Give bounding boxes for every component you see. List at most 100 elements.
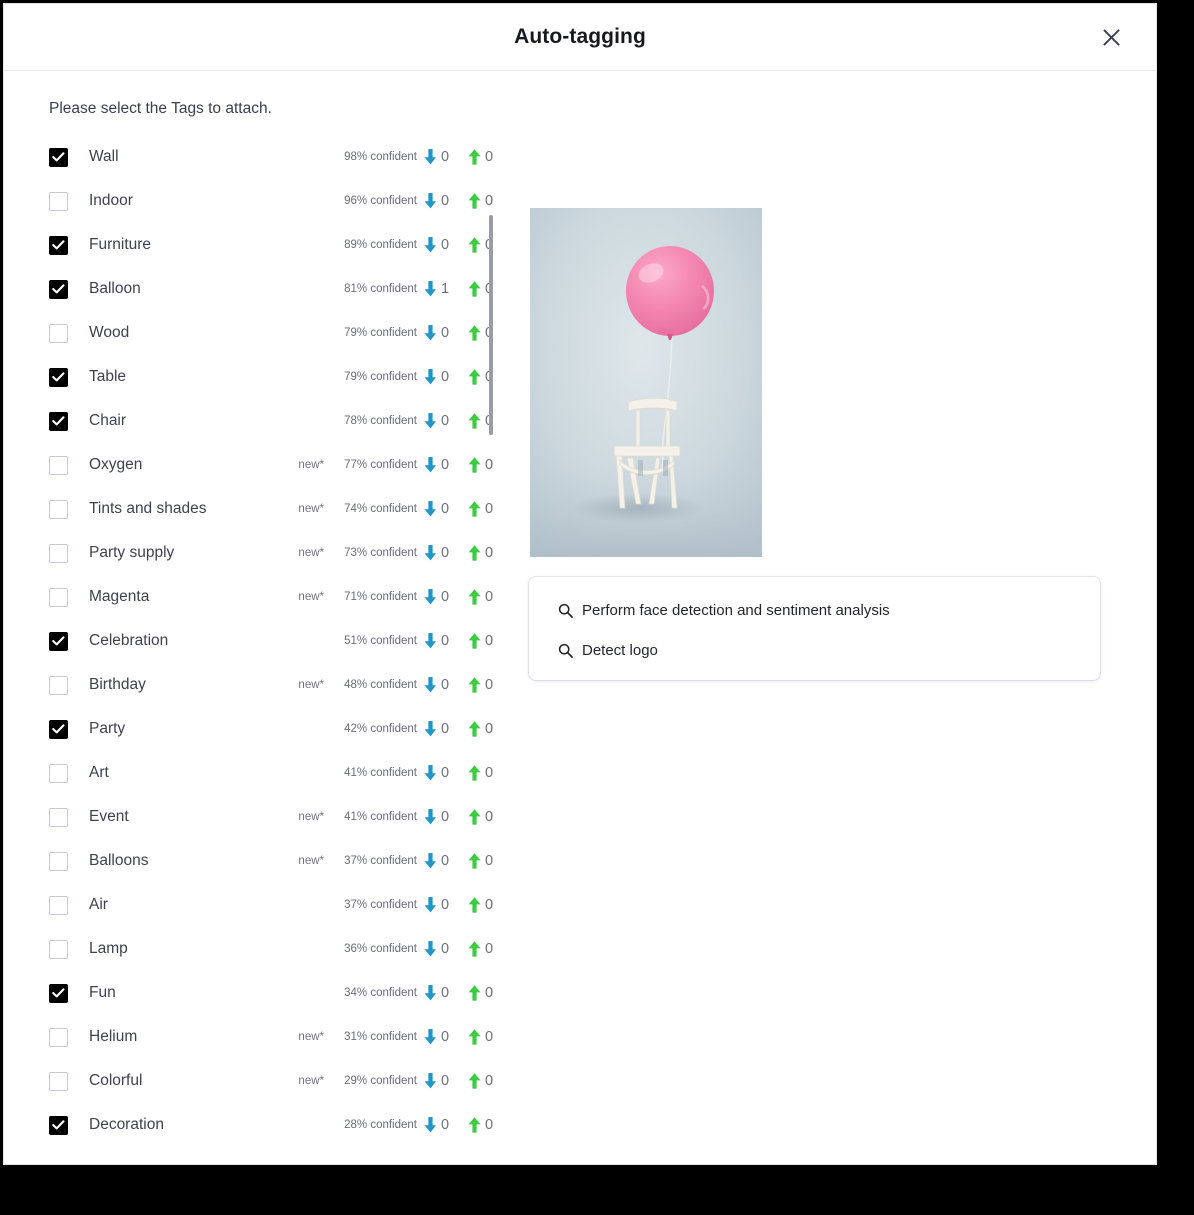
tag-checkbox[interactable]: [49, 895, 68, 915]
upvote-control[interactable]: 0: [468, 853, 494, 869]
tag-row[interactable]: Chairnew*78% confident00: [49, 399, 494, 443]
upvote-control[interactable]: 0: [468, 149, 494, 165]
tag-row-meta: new* 73% confident 0 0: [298, 531, 494, 575]
downvote-control[interactable]: 0: [424, 809, 450, 825]
tag-list-scrollbar[interactable]: [489, 215, 493, 435]
upvote-control[interactable]: 0: [468, 193, 494, 209]
tag-row[interactable]: Magenta new* 71% confident 0 0: [49, 575, 494, 619]
tag-row[interactable]: Partynew*42% confident00: [49, 707, 494, 751]
tag-row-meta: new* 29% confident 0 0: [298, 1059, 494, 1103]
upvote-control[interactable]: 0: [468, 633, 494, 649]
downvote-control[interactable]: 0: [424, 853, 450, 869]
tag-row[interactable]: Airnew*37% confident00: [49, 883, 494, 927]
tag-row[interactable]: Balloonnew*81% confident10: [49, 267, 494, 311]
close-button[interactable]: [1096, 22, 1126, 52]
downvote-control[interactable]: 0: [424, 457, 450, 473]
upvote-control[interactable]: 0: [468, 721, 494, 737]
tag-checkbox[interactable]: [49, 719, 68, 739]
tag-checkbox[interactable]: [49, 367, 68, 387]
tag-checkbox[interactable]: [49, 983, 68, 1003]
tag-checkbox[interactable]: [49, 235, 68, 255]
action-item[interactable]: Detect logo: [558, 639, 1100, 661]
tag-checkbox[interactable]: [49, 543, 68, 563]
tag-row-meta: new* 71% confident 0 0: [298, 575, 494, 619]
downvote-control[interactable]: 0: [424, 633, 450, 649]
arrow-up-icon: [468, 545, 481, 561]
downvote-count: 0: [441, 501, 450, 517]
tag-checkbox[interactable]: [49, 499, 68, 519]
upvote-control[interactable]: 0: [468, 545, 494, 561]
tag-row[interactable]: Furniturenew*89% confident00: [49, 223, 494, 267]
tag-row[interactable]: Helium new* 31% confident 0 0: [49, 1015, 494, 1059]
tag-row[interactable]: Celebrationnew*51% confident00: [49, 619, 494, 663]
downvote-control[interactable]: 0: [424, 413, 450, 429]
tag-row[interactable]: Wallnew*98% confident00: [49, 135, 494, 179]
tag-checkbox[interactable]: [49, 763, 68, 783]
tag-row[interactable]: Balloons new* 37% confident 0 0: [49, 839, 494, 883]
tag-checkbox[interactable]: [49, 1115, 68, 1135]
upvote-control[interactable]: 0: [468, 897, 494, 913]
downvote-control[interactable]: 0: [424, 589, 450, 605]
tag-checkbox[interactable]: [49, 587, 68, 607]
downvote-control[interactable]: 0: [424, 1117, 450, 1133]
tag-checkbox[interactable]: [49, 631, 68, 651]
downvote-control[interactable]: 1: [424, 281, 450, 297]
downvote-control[interactable]: 0: [424, 325, 450, 341]
tag-checkbox[interactable]: [49, 675, 68, 695]
arrow-down-icon: [424, 1029, 437, 1045]
downvote-count: 0: [441, 1117, 450, 1133]
tag-row[interactable]: Funnew*34% confident00: [49, 971, 494, 1015]
upvote-control[interactable]: 0: [468, 589, 494, 605]
upvote-control[interactable]: 0: [468, 1029, 494, 1045]
tag-row[interactable]: Artnew*41% confident00: [49, 751, 494, 795]
downvote-control[interactable]: 0: [424, 941, 450, 957]
downvote-control[interactable]: 0: [424, 721, 450, 737]
downvote-control[interactable]: 0: [424, 1073, 450, 1089]
tag-row[interactable]: Birthday new* 48% confident 0 0: [49, 663, 494, 707]
tag-checkbox[interactable]: [49, 411, 68, 431]
downvote-control[interactable]: 0: [424, 149, 450, 165]
upvote-control[interactable]: 0: [468, 457, 494, 473]
downvote-control[interactable]: 0: [424, 897, 450, 913]
arrow-up-icon: [468, 809, 481, 825]
upvote-control[interactable]: 0: [468, 501, 494, 517]
tag-row[interactable]: Colorful new* 29% confident 0 0: [49, 1059, 494, 1103]
downvote-control[interactable]: 0: [424, 193, 450, 209]
tag-row[interactable]: Event new* 41% confident 0 0: [49, 795, 494, 839]
downvote-control[interactable]: 0: [424, 1029, 450, 1045]
upvote-control[interactable]: 0: [468, 985, 494, 1001]
tag-checkbox[interactable]: [49, 455, 68, 475]
tag-checkbox[interactable]: [49, 807, 68, 827]
upvote-control[interactable]: 0: [468, 677, 494, 693]
tag-row[interactable]: Tints and shades new* 74% confident 0 0: [49, 487, 494, 531]
tag-row[interactable]: Lampnew*36% confident00: [49, 927, 494, 971]
upvote-control[interactable]: 0: [468, 941, 494, 957]
downvote-control[interactable]: 0: [424, 369, 450, 385]
tag-row[interactable]: Indoornew*96% confident00: [49, 179, 494, 223]
tag-row[interactable]: Decorationnew*28% confident00: [49, 1103, 494, 1147]
tag-checkbox[interactable]: [49, 147, 68, 167]
downvote-control[interactable]: 0: [424, 237, 450, 253]
upvote-control[interactable]: 0: [468, 1117, 494, 1133]
tag-checkbox[interactable]: [49, 323, 68, 343]
tag-row[interactable]: Party supply new* 73% confident 0 0: [49, 531, 494, 575]
action-item[interactable]: Perform face detection and sentiment ana…: [558, 599, 1100, 621]
tag-row[interactable]: Oxygen new* 77% confident 0 0: [49, 443, 494, 487]
tag-checkbox[interactable]: [49, 279, 68, 299]
tag-checkbox[interactable]: [49, 1071, 68, 1091]
downvote-control[interactable]: 0: [424, 985, 450, 1001]
upvote-control[interactable]: 0: [468, 1073, 494, 1089]
tag-checkbox[interactable]: [49, 939, 68, 959]
arrow-up-icon: [468, 941, 481, 957]
tag-checkbox[interactable]: [49, 1027, 68, 1047]
upvote-control[interactable]: 0: [468, 765, 494, 781]
tag-row[interactable]: Woodnew*79% confident00: [49, 311, 494, 355]
tag-row[interactable]: Tablenew*79% confident00: [49, 355, 494, 399]
upvote-control[interactable]: 0: [468, 809, 494, 825]
downvote-control[interactable]: 0: [424, 765, 450, 781]
downvote-control[interactable]: 0: [424, 501, 450, 517]
downvote-control[interactable]: 0: [424, 545, 450, 561]
downvote-control[interactable]: 0: [424, 677, 450, 693]
tag-checkbox[interactable]: [49, 851, 68, 871]
tag-checkbox[interactable]: [49, 191, 68, 211]
